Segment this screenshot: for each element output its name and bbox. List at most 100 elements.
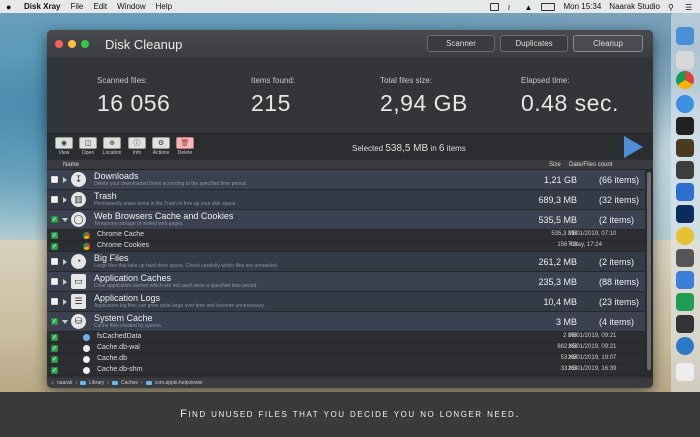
disclosure-arrow-icon[interactable] xyxy=(63,279,67,285)
open-icon: ◫ xyxy=(84,140,92,147)
start-cleanup-play-icon[interactable] xyxy=(624,136,643,158)
list-item-application-logs[interactable]: ☰ Application Logs Application log files… xyxy=(47,292,645,312)
minimize-button[interactable] xyxy=(68,40,76,48)
menu-app-name[interactable]: Disk Xray xyxy=(24,2,60,11)
list-item-system-cache[interactable]: ✓ ⛁ System Cache Cache files created by … xyxy=(47,312,645,332)
app-icon[interactable] xyxy=(676,337,694,355)
menu-help[interactable]: Help xyxy=(156,2,172,11)
menu-clock[interactable]: Mon 15:34 xyxy=(563,2,601,11)
list-item-downloads[interactable]: ↧ Downloads Delete your downloaded items… xyxy=(47,170,645,190)
selected-size: 538,5 MB xyxy=(385,143,429,154)
disclosure-arrow-icon[interactable] xyxy=(63,299,67,305)
vertical-scrollbar[interactable] xyxy=(645,170,653,378)
file-icon xyxy=(83,345,90,352)
list-item-web-browsers[interactable]: ✓ ◯ Web Browsers Cache and Cookies Tempo… xyxy=(47,210,645,230)
tab-cleanup[interactable]: Cleanup xyxy=(573,35,643,52)
volume-icon[interactable]: ▲ xyxy=(524,3,533,12)
zoom-button[interactable] xyxy=(81,40,89,48)
checkbox-checked[interactable]: ✓ xyxy=(51,243,58,250)
trash-icon[interactable] xyxy=(676,363,694,381)
dock xyxy=(671,13,700,393)
location-button[interactable]: ⊕ Location xyxy=(101,137,123,156)
launchpad-icon[interactable] xyxy=(676,51,694,69)
app-icon[interactable] xyxy=(676,161,694,179)
finder-icon[interactable] xyxy=(676,27,694,45)
scrollbar-thumb[interactable] xyxy=(647,172,651,370)
list-item-fscacheddata[interactable]: ✓ fsCachedData 2 MB 26/01/2019, 09:21 xyxy=(47,332,645,343)
search-icon[interactable]: ⚲ xyxy=(668,3,677,12)
path-segment-library[interactable]: Library xyxy=(89,380,104,386)
checkbox[interactable] xyxy=(51,298,58,305)
menu-file[interactable]: File xyxy=(70,2,83,11)
menu-edit[interactable]: Edit xyxy=(93,2,107,11)
open-button[interactable]: ◫ Open xyxy=(77,137,99,156)
wifi-icon[interactable]: ≀ xyxy=(507,3,516,12)
column-name[interactable]: Name xyxy=(63,162,79,168)
total-size-label: Total files size: xyxy=(380,76,433,85)
menu-user[interactable]: Naarak Studio xyxy=(609,2,660,11)
checkbox[interactable] xyxy=(51,278,58,285)
checkbox[interactable] xyxy=(51,176,58,183)
menu-window[interactable]: Window xyxy=(117,2,145,11)
list-item-application-caches[interactable]: ▭ Application Caches Clear application c… xyxy=(47,272,645,292)
checkbox-checked[interactable]: ✓ xyxy=(51,216,58,223)
path-segment-caches[interactable]: Caches xyxy=(121,380,138,386)
xcode-icon[interactable] xyxy=(676,183,694,201)
delete-button[interactable]: 🗑 Delete xyxy=(174,137,196,156)
disclosure-arrow-icon[interactable] xyxy=(63,259,67,265)
disk-cleanup-window: Disk Cleanup Scanner Duplicates Cleanup … xyxy=(47,30,653,388)
app-icon[interactable] xyxy=(676,227,694,245)
column-header: Name Size Date/Files count xyxy=(47,160,653,170)
apple-icon[interactable]: ● xyxy=(6,2,16,12)
checkbox-checked[interactable]: ✓ xyxy=(51,356,58,363)
safari-icon[interactable] xyxy=(676,95,694,113)
list-item-cache-db-shm[interactable]: ✓ Cache.db-shm 33 KB 26/01/2019, 16:39 xyxy=(47,365,645,376)
app-icon[interactable] xyxy=(676,271,694,289)
checkbox-checked[interactable]: ✓ xyxy=(51,367,58,374)
path-segment-helpviewer[interactable]: com.apple.helpviewer xyxy=(155,380,203,386)
battery-icon[interactable] xyxy=(541,2,556,11)
photoshop-icon[interactable] xyxy=(676,205,694,223)
disclosure-arrow-open-icon[interactable] xyxy=(62,218,68,222)
checkbox[interactable] xyxy=(51,258,58,265)
elapsed-time-label: Elapsed time: xyxy=(521,76,570,85)
path-separator-icon: › xyxy=(140,380,143,386)
checkbox-checked[interactable]: ✓ xyxy=(51,334,58,341)
disclosure-arrow-open-icon[interactable] xyxy=(62,320,68,324)
app-icon[interactable] xyxy=(676,139,694,157)
path-bar: ⌂ naarak › Library › Caches › com.apple.… xyxy=(47,378,653,388)
disclosure-arrow-icon[interactable] xyxy=(63,197,67,203)
list-item-big-files[interactable]: ◔ Big Files Large files that take up har… xyxy=(47,252,645,272)
terminal-icon[interactable] xyxy=(676,117,694,135)
close-button[interactable] xyxy=(55,40,63,48)
app-icon[interactable] xyxy=(676,315,694,333)
checkbox-checked[interactable]: ✓ xyxy=(51,345,58,352)
checkbox-checked[interactable]: ✓ xyxy=(51,318,58,325)
list-item-chrome-cache[interactable]: ✓ Chrome Cache 535,3 MB 31/01/2019, 07:1… xyxy=(47,230,645,241)
display-icon[interactable] xyxy=(490,2,500,11)
google-drive-icon[interactable] xyxy=(676,293,694,311)
folder-icon xyxy=(111,381,118,385)
list-item-chrome-cookies[interactable]: ✓ Chrome Cookies 156 KB Today, 17:24 xyxy=(47,241,645,252)
list-item-trash[interactable]: ▥ Trash Permanently erase items in the T… xyxy=(47,190,645,210)
list-item-cache-db-wal[interactable]: ✓ Cache.db-wal 882 KB 26/01/2019, 09:21 xyxy=(47,343,645,354)
disclosure-arrow-icon[interactable] xyxy=(63,177,67,183)
trash-icon: ▥ xyxy=(71,192,86,207)
eye-icon: ◉ xyxy=(60,140,68,147)
view-button[interactable]: ◉ View xyxy=(53,137,75,156)
folder-icon xyxy=(80,381,86,385)
tab-scanner[interactable]: Scanner xyxy=(427,35,495,52)
info-button[interactable]: ⓘ Info xyxy=(126,137,148,156)
tab-duplicates[interactable]: Duplicates xyxy=(500,35,568,52)
app-icon[interactable] xyxy=(676,249,694,267)
menu-list-icon[interactable]: ☰ xyxy=(685,3,694,12)
checkbox-checked[interactable]: ✓ xyxy=(51,232,58,239)
chrome-icon[interactable] xyxy=(676,71,694,89)
column-size[interactable]: Size xyxy=(549,162,561,168)
path-segment-user[interactable]: naarak xyxy=(57,380,72,386)
column-date[interactable]: Date/Files count xyxy=(569,162,612,168)
list-item-cache-db[interactable]: ✓ Cache.db 53 KB 26/01/2019, 19:07 xyxy=(47,354,645,365)
actions-button[interactable]: ⚙ Actions xyxy=(150,137,172,156)
checkbox[interactable] xyxy=(51,196,58,203)
scanned-files-value: 16 056 xyxy=(97,90,171,116)
